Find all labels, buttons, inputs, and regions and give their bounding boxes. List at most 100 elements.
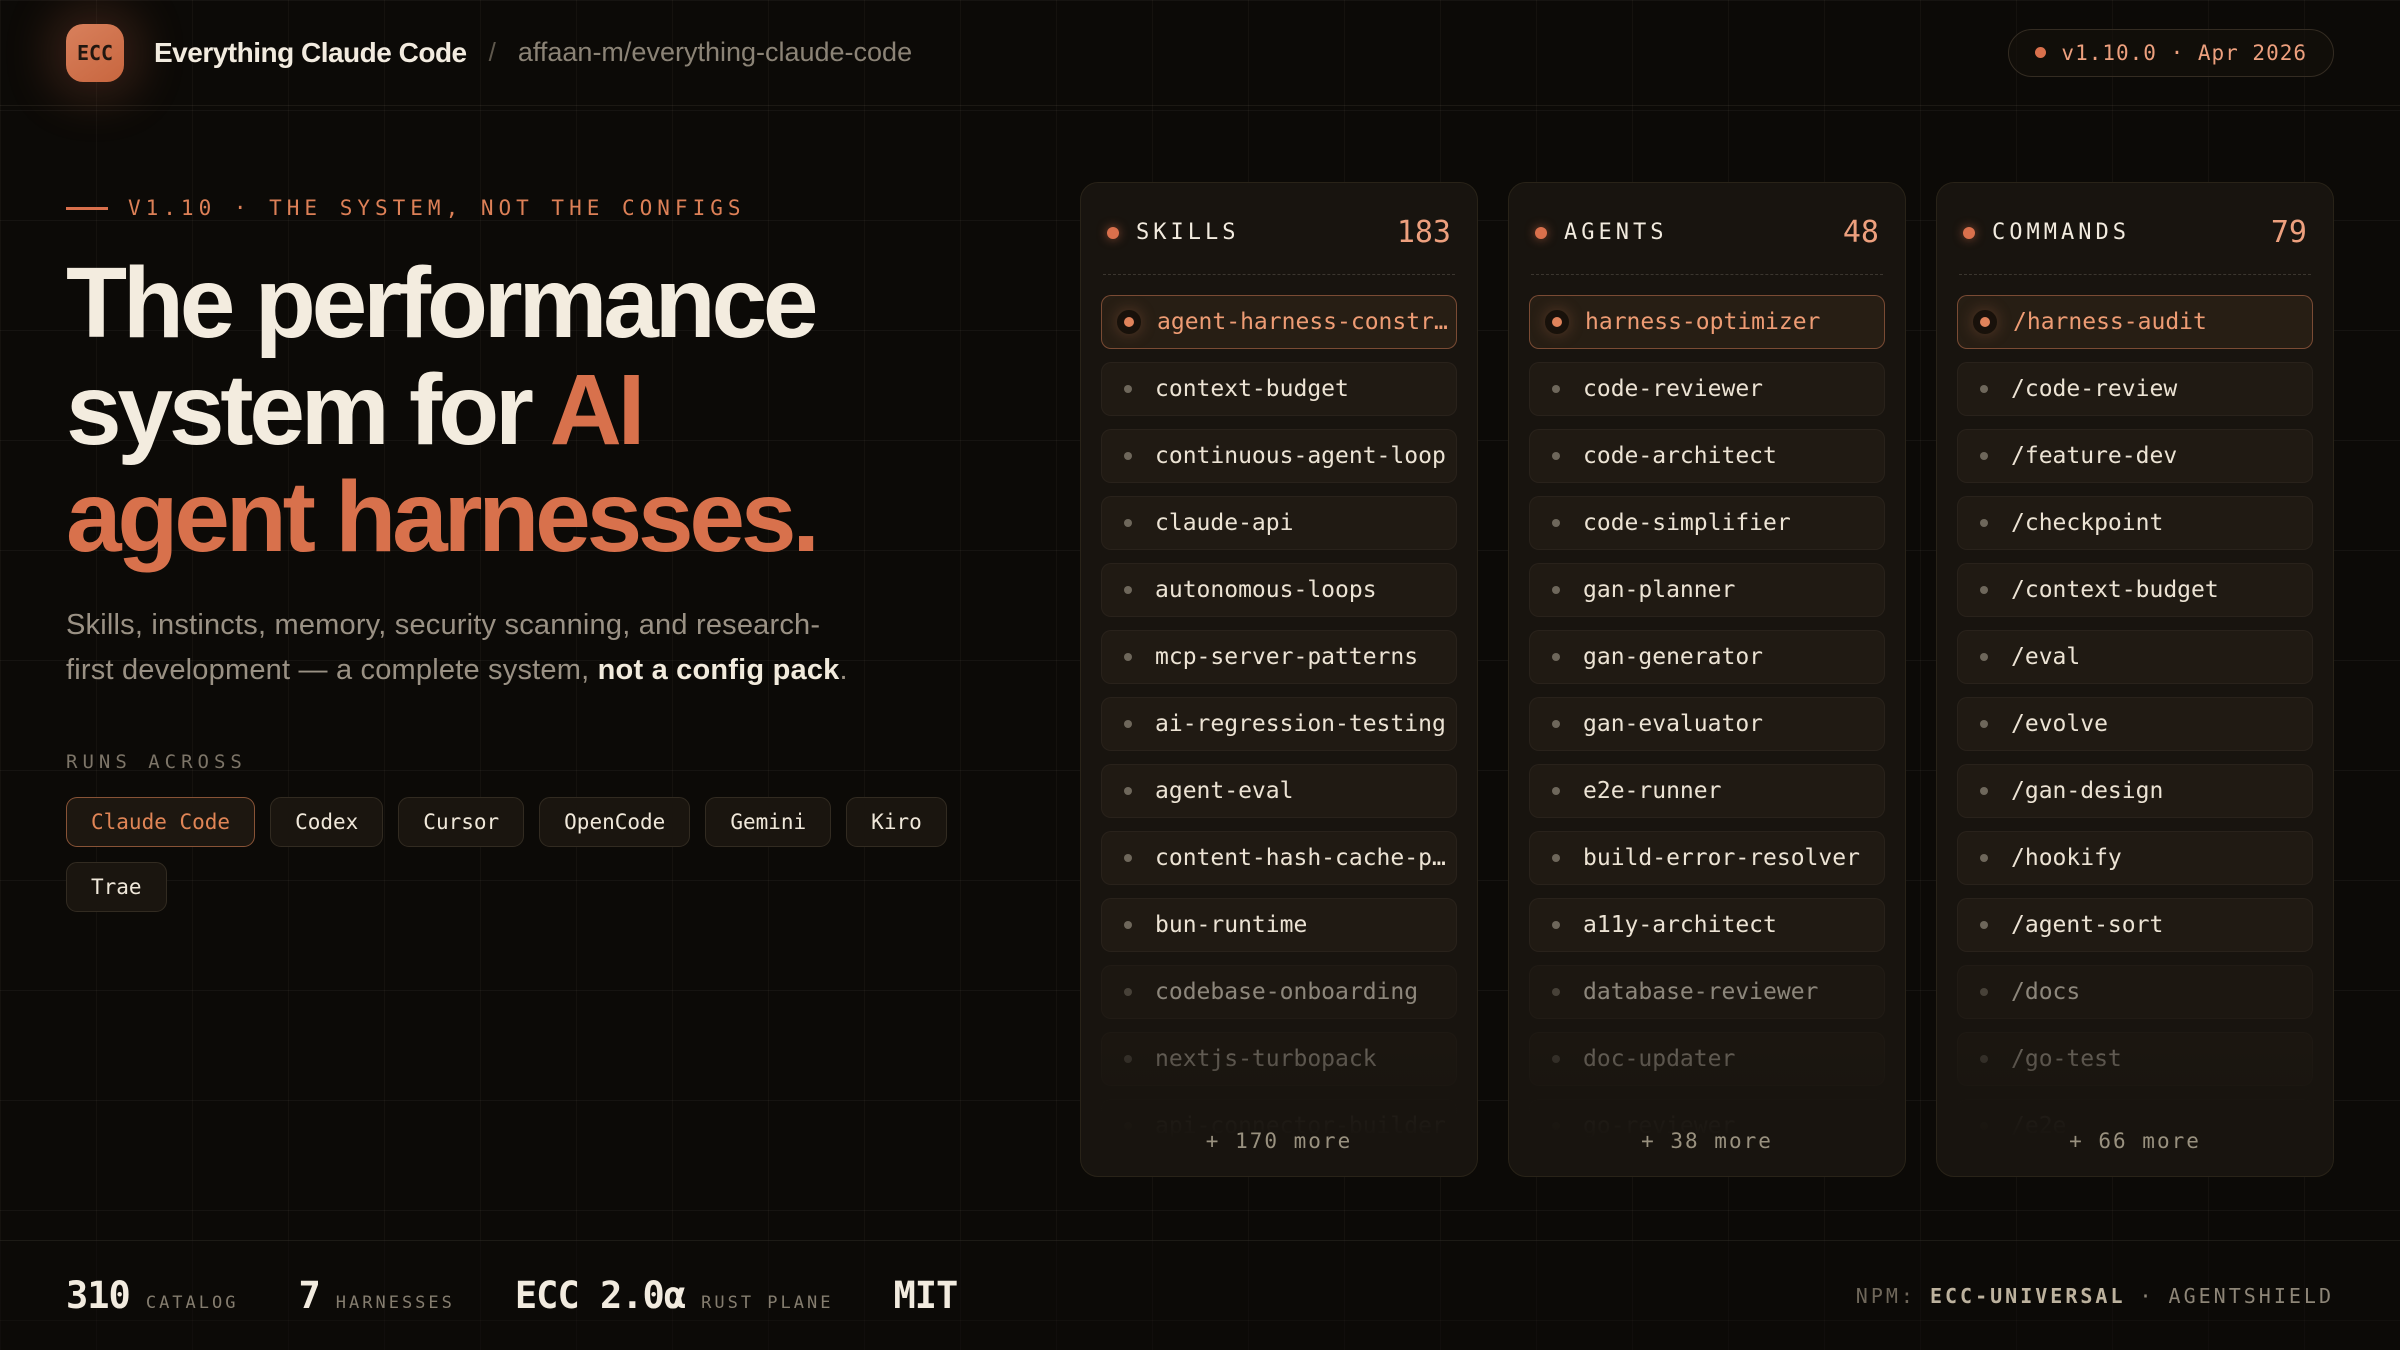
list-item[interactable]: agent-eval (1101, 764, 1457, 818)
list-item[interactable]: build-error-resolver (1529, 831, 1885, 885)
list-item-label: context-budget (1155, 376, 1349, 402)
list-item[interactable]: gan-evaluator (1529, 697, 1885, 751)
page-title: The performance system for AI agent harn… (66, 250, 1011, 571)
list-item-label: /context-budget (2011, 577, 2219, 603)
list-item[interactable]: code-architect (1529, 429, 1885, 483)
main-content: V1.10 · THE SYSTEM, NOT THE CONFIGS The … (0, 106, 2400, 1177)
list-item[interactable]: code-simplifier (1529, 496, 1885, 550)
eyebrow: V1.10 · THE SYSTEM, NOT THE CONFIGS (66, 196, 1011, 220)
bullet-icon (1124, 317, 1134, 327)
list-item-label: agent-harness-constr… (1157, 309, 1448, 335)
bullet-icon (1980, 787, 1988, 795)
list-item[interactable]: codebase-onboarding (1101, 965, 1457, 1019)
app-title: Everything Claude Code (154, 37, 467, 69)
version-badge[interactable]: v1.10.0 · Apr 2026 (2008, 29, 2334, 77)
stat-catalog: 310 CATALOG (66, 1274, 238, 1317)
version-badge-label: v1.10.0 · Apr 2026 (2061, 41, 2307, 65)
list-item[interactable]: /code-review (1957, 362, 2313, 416)
app-logo[interactable]: ECC (66, 24, 124, 82)
card-divider (1103, 274, 1455, 275)
list-item[interactable]: agent-harness-constr… (1101, 295, 1457, 349)
list-item-label: /eval (2011, 644, 2080, 670)
card-title: SKILLS (1136, 220, 1239, 245)
stat-label: CATALOG (146, 1293, 239, 1313)
list-item[interactable]: claude-api (1101, 496, 1457, 550)
list-item-label: gan-planner (1583, 577, 1735, 603)
bullet-icon (1552, 586, 1560, 594)
list-item[interactable]: e2e-runner (1529, 764, 1885, 818)
list-item[interactable]: ai-regression-testing (1101, 697, 1457, 751)
list-fade: + 66 more (1938, 1045, 2332, 1175)
list-item[interactable]: /hookify (1957, 831, 2313, 885)
list-item[interactable]: /docs (1957, 965, 2313, 1019)
list-item[interactable]: /context-budget (1957, 563, 2313, 617)
list-item-label: autonomous-loops (1155, 577, 1377, 603)
harness-chip-opencode[interactable]: OpenCode (539, 797, 690, 847)
runs-across-label: RUNS ACROSS (66, 751, 1011, 773)
more-count: + 38 more (1641, 1129, 1773, 1153)
harness-chip-claude-code[interactable]: Claude Code (66, 797, 255, 847)
list-item-label: /checkpoint (2011, 510, 2163, 536)
list-item[interactable]: /harness-audit (1957, 295, 2313, 349)
list-item[interactable]: content-hash-cache-p… (1101, 831, 1457, 885)
list-item[interactable]: database-reviewer (1529, 965, 1885, 1019)
card-list: harness-optimizer code-reviewer code-archi… (1529, 295, 1885, 1153)
breadcrumb-separator: / (489, 37, 496, 68)
commands-card-header: COMMANDS 79 (1957, 183, 2313, 274)
list-item[interactable]: gan-planner (1529, 563, 1885, 617)
bullet-icon (1124, 988, 1132, 996)
stat-value: 7 (298, 1274, 319, 1317)
list-item[interactable]: /evolve (1957, 697, 2313, 751)
npm-prefix: NPM: (1856, 1284, 1916, 1308)
list-item-label: /code-review (2011, 376, 2177, 402)
more-count: + 170 more (1206, 1129, 1352, 1153)
list-item-label: continuous-agent-loop (1155, 443, 1446, 469)
top-header: ECC Everything Claude Code / affaan-m/ev… (0, 0, 2400, 106)
stat-label: RUST PLANE (701, 1293, 833, 1313)
bullet-icon (1124, 385, 1132, 393)
list-item[interactable]: code-reviewer (1529, 362, 1885, 416)
list-fade: + 170 more (1082, 1045, 1476, 1175)
list-item[interactable]: context-budget (1101, 362, 1457, 416)
list-item-label: a11y-architect (1583, 912, 1777, 938)
list-item[interactable]: a11y-architect (1529, 898, 1885, 952)
list-item[interactable]: autonomous-loops (1101, 563, 1457, 617)
list-item[interactable]: /agent-sort (1957, 898, 2313, 952)
list-item-label: agent-eval (1155, 778, 1293, 804)
card-count: 48 (1843, 215, 1879, 250)
list-item-label: /harness-audit (2013, 309, 2207, 335)
stat-value: 310 (66, 1274, 130, 1317)
harness-chip-trae[interactable]: Trae (66, 862, 167, 912)
list-item-label: gan-generator (1583, 644, 1763, 670)
accent-dot-icon (1107, 227, 1119, 239)
bullet-icon (1124, 452, 1132, 460)
harness-chip-cursor[interactable]: Cursor (398, 797, 524, 847)
list-fade: + 38 more (1510, 1045, 1904, 1175)
list-item[interactable]: bun-runtime (1101, 898, 1457, 952)
harness-chip-kiro[interactable]: Kiro (846, 797, 947, 847)
list-item[interactable]: harness-optimizer (1529, 295, 1885, 349)
list-item[interactable]: /feature-dev (1957, 429, 2313, 483)
page-title-accent: AI (550, 354, 642, 466)
harness-chip-codex[interactable]: Codex (270, 797, 383, 847)
list-item-label: e2e-runner (1583, 778, 1721, 804)
stats-footer: 310 CATALOG 7 HARNESSES ECC 2.0α RUST PL… (0, 1240, 2400, 1350)
list-item-label: /evolve (2011, 711, 2108, 737)
list-item-label: bun-runtime (1155, 912, 1307, 938)
breadcrumb-repo[interactable]: affaan-m/everything-claude-code (518, 37, 912, 68)
stat-label: HARNESSES (336, 1293, 455, 1313)
harness-chip-gemini[interactable]: Gemini (705, 797, 831, 847)
list-item[interactable]: gan-generator (1529, 630, 1885, 684)
card-count: 79 (2271, 215, 2307, 250)
card-title: COMMANDS (1992, 220, 2130, 245)
catalog-columns: SKILLS 183 agent-harness-constr…context-… (1080, 182, 2334, 1177)
list-item[interactable]: /eval (1957, 630, 2313, 684)
list-item-label: build-error-resolver (1583, 845, 1860, 871)
bullet-icon (1980, 452, 1988, 460)
list-item[interactable]: /gan-design (1957, 764, 2313, 818)
list-item[interactable]: /checkpoint (1957, 496, 2313, 550)
list-item-label: gan-evaluator (1583, 711, 1763, 737)
list-item-label: database-reviewer (1583, 979, 1818, 1005)
list-item[interactable]: continuous-agent-loop (1101, 429, 1457, 483)
list-item[interactable]: mcp-server-patterns (1101, 630, 1457, 684)
